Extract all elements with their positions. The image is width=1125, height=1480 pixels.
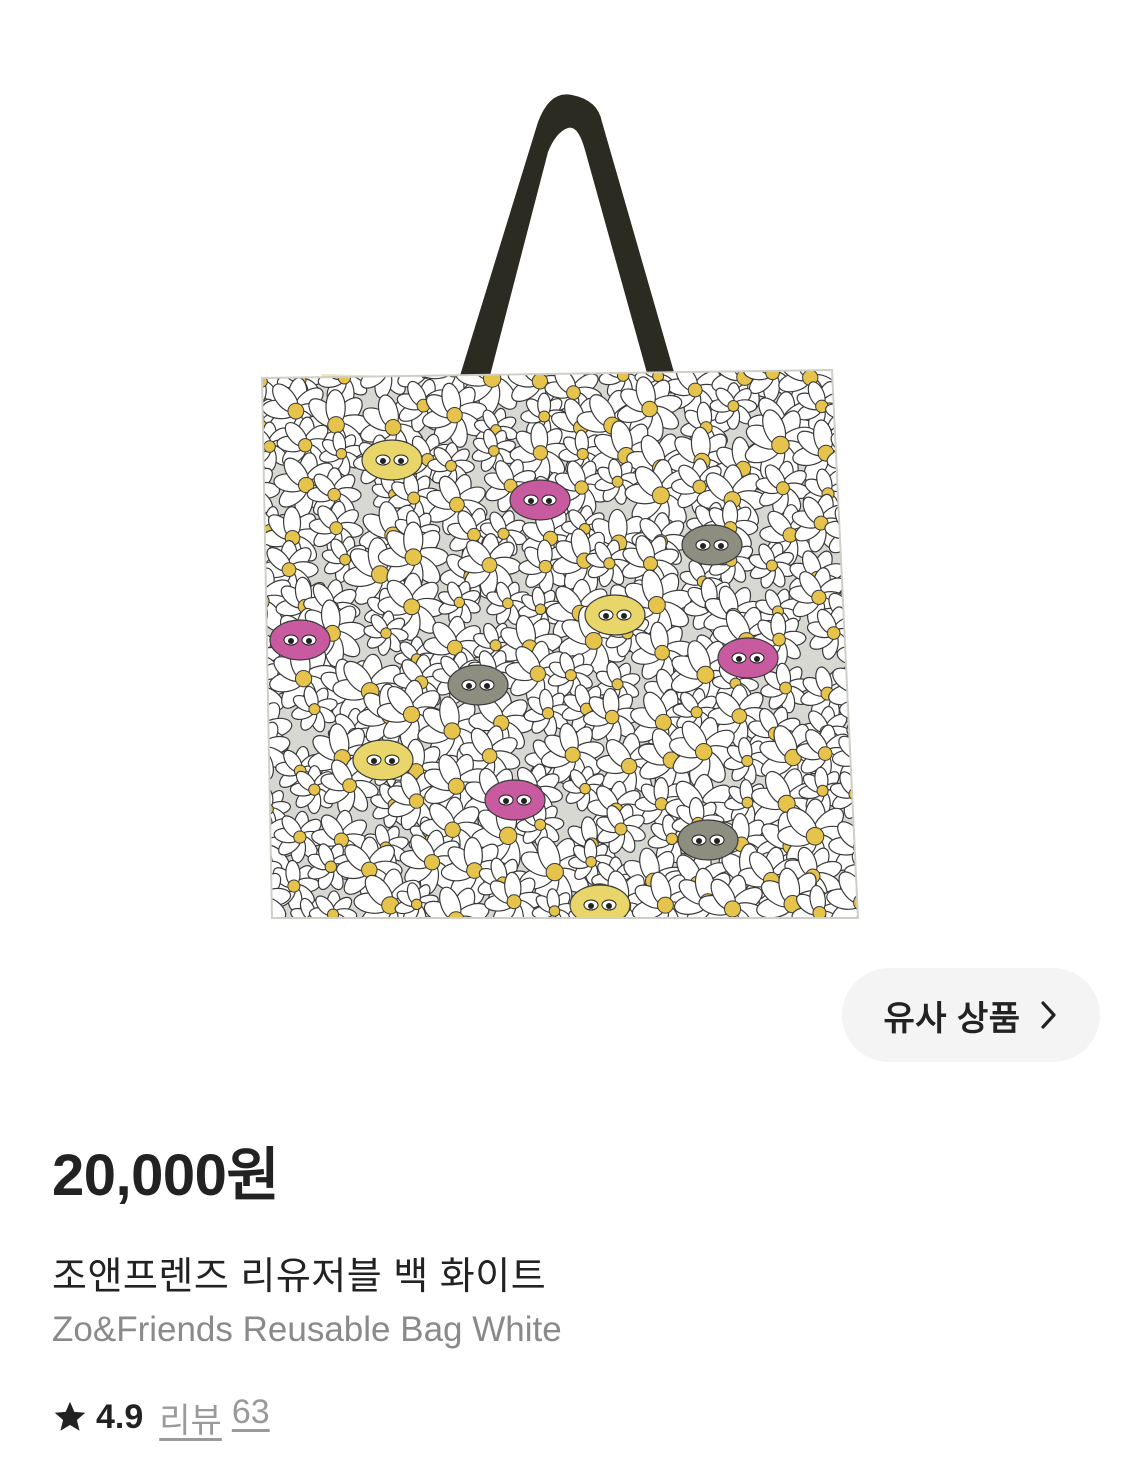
daisy-flower xyxy=(843,484,858,529)
bag-handle xyxy=(455,94,682,402)
daisy-pattern xyxy=(262,370,858,918)
similar-products-button[interactable]: 유사 상품 xyxy=(842,968,1100,1062)
tote-bag-image xyxy=(260,94,860,919)
product-image[interactable] xyxy=(0,0,1125,1090)
character-face xyxy=(584,594,646,636)
character-face xyxy=(447,664,509,706)
character-face xyxy=(717,637,779,679)
daisy-flower xyxy=(846,370,858,391)
character-face xyxy=(484,779,546,821)
product-name-korean: 조앤프렌즈 리유저블 백 화이트 xyxy=(52,1256,547,1298)
character-face xyxy=(509,479,571,521)
review-link[interactable]: 리뷰 63 xyxy=(159,1393,269,1442)
character-face xyxy=(269,619,331,661)
product-price: 20,000원 xyxy=(52,1143,280,1208)
review-count: 63 xyxy=(231,1392,270,1431)
star-icon xyxy=(54,1401,86,1431)
character-face xyxy=(352,739,414,781)
rating-row: 4.9 리뷰 63 xyxy=(52,1393,270,1442)
product-name-english: Zo&Friends Reusable Bag White xyxy=(52,1310,562,1349)
character-face xyxy=(681,524,743,566)
daisy-flower xyxy=(844,556,858,599)
similar-products-label: 유사 상품 xyxy=(883,999,1021,1038)
review-label: 리뷰 xyxy=(159,1401,222,1440)
chevron-right-icon xyxy=(1040,1001,1056,1029)
rating-value: 4.9 xyxy=(96,1397,144,1436)
daisy-flower xyxy=(308,890,358,918)
character-face xyxy=(361,439,423,481)
product-detail-page: 유사 상품 20,000원 조앤프렌즈 리유저블 백 화이트 Zo&Friend… xyxy=(0,0,1125,1480)
character-face xyxy=(677,819,739,861)
